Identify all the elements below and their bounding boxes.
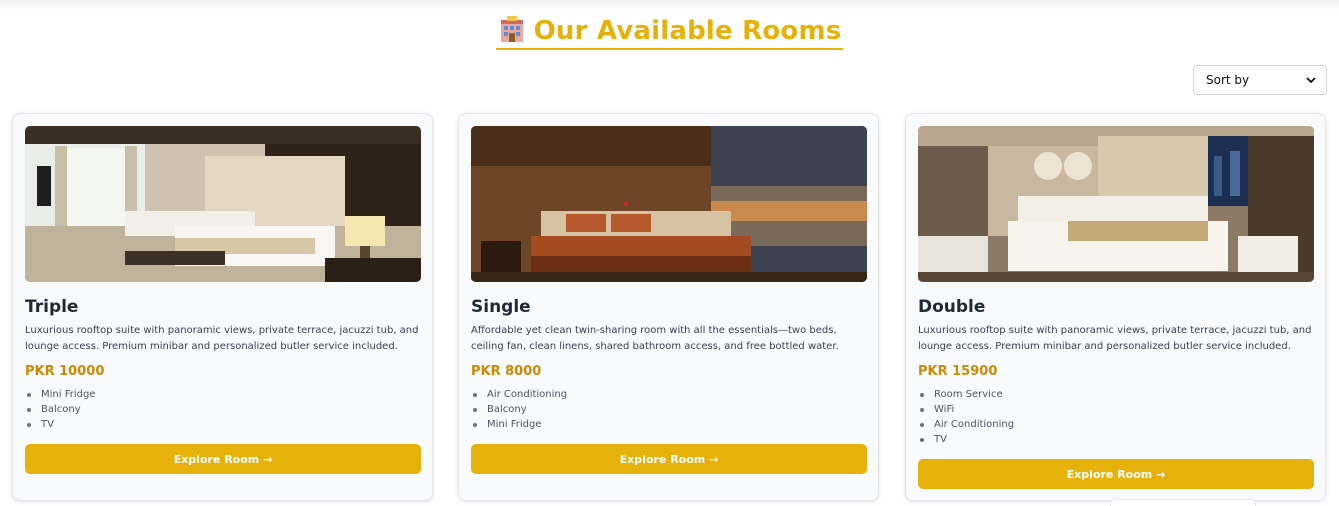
room-price: PKR 15900 (918, 364, 998, 379)
feature-item: Air Conditioning (471, 387, 567, 402)
page-title-text: Our Available Rooms (533, 16, 842, 46)
room-description: Affordable yet clean twin-sharing room w… (471, 325, 839, 352)
hotel-icon (500, 16, 523, 42)
feature-item: Balcony (25, 402, 95, 417)
room-image (25, 126, 421, 282)
feature-item: Room Service (918, 387, 1014, 402)
room-title: Double (918, 297, 986, 317)
feature-item: Mini Fridge (25, 387, 95, 402)
page-heading: Our Available Rooms (0, 16, 1339, 50)
page-title: Our Available Rooms (495, 16, 844, 50)
room-card: Single Affordable yet clean twin-sharing… (458, 113, 879, 501)
feature-item: Mini Fridge (471, 417, 567, 432)
feature-item: WiFi (918, 402, 1014, 417)
partial-element (1110, 499, 1256, 506)
room-title: Single (471, 297, 531, 317)
sort-select-label: Sort by (1206, 73, 1250, 87)
room-features: Air Conditioning Balcony Mini Fridge (471, 387, 567, 432)
room-card: Double Luxurious rooftop suite with pano… (905, 113, 1326, 501)
room-features: Mini Fridge Balcony TV (25, 387, 95, 432)
room-image (918, 126, 1314, 282)
feature-item: TV (25, 417, 95, 432)
chevron-down-icon (1306, 77, 1316, 84)
feature-item: TV (918, 432, 1014, 447)
explore-room-button[interactable]: Explore Room → (471, 444, 867, 474)
room-price: PKR 8000 (471, 364, 542, 379)
room-card: Triple Luxurious rooftop suite with pano… (12, 113, 433, 501)
room-image (471, 126, 867, 282)
sort-select[interactable]: Sort by (1193, 65, 1327, 95)
room-description: Luxurious rooftop suite with panoramic v… (25, 325, 419, 352)
explore-room-button[interactable]: Explore Room → (25, 444, 421, 474)
room-description: Luxurious rooftop suite with panoramic v… (918, 325, 1312, 352)
top-shadow (0, 0, 1339, 10)
room-features: Room Service WiFi Air Conditioning TV (918, 387, 1014, 447)
feature-item: Balcony (471, 402, 567, 417)
room-title: Triple (25, 297, 79, 317)
explore-room-button[interactable]: Explore Room → (918, 459, 1314, 489)
feature-item: Air Conditioning (918, 417, 1014, 432)
room-price: PKR 10000 (25, 364, 105, 379)
